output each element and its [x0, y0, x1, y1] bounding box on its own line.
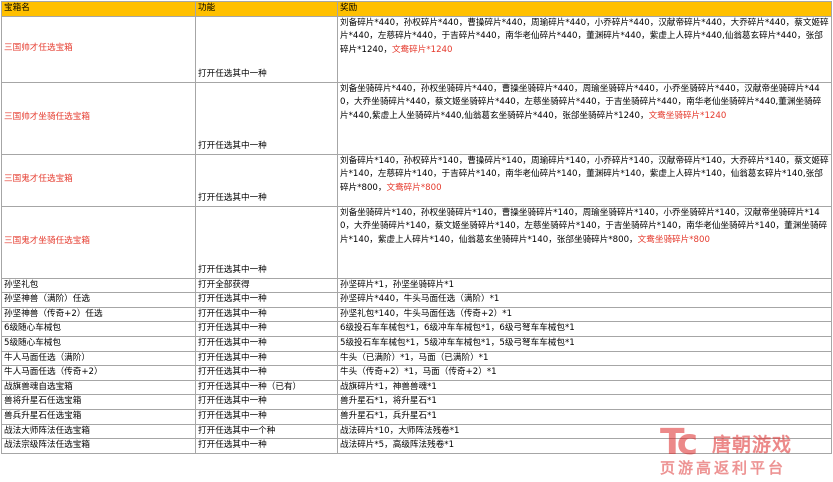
function-cell: 打开任选其中一种 [195, 321, 338, 337]
reward-cell: 刘备碎片*140，孙权碎片*140，曹操碎片*140，周瑜碎片*140，小乔碎片… [337, 153, 832, 207]
function-cell: 打开任选其中一种 [195, 15, 338, 83]
reward-highlight: 文鸯坐骑碎片*800 [637, 234, 710, 245]
table-row: 孙坚神兽（传奇+2）任选 打开任选其中一种 孙坚礼包*140，牛头马面任选（传奇+2… [1, 306, 832, 323]
table-row: 6级随心车械包 打开任选其中一种 6级投石车车械包*1，6级冲车车械包*1，6级弓弩… [1, 321, 832, 337]
function-cell: 打开任选其中一种 [195, 81, 338, 155]
box-name-cell: 三国帅才坐骑任选宝箱 [1, 81, 196, 155]
header-reward: 奖励 [337, 1, 832, 17]
reward-cell: 孙坚礼包*140，牛头马面任选（传奇+2）*1 [337, 306, 832, 323]
box-name-cell: 5级随心车械包 [1, 335, 196, 352]
function-cell: 打开任选其中一个种 [195, 423, 338, 440]
reward-cell: 牛头（传奇+2）*1，马面（传奇+2）*1 [337, 365, 832, 381]
function-cell: 打开任选其中一种 [195, 335, 338, 352]
table-row: 孙坚神兽（满阶）任选 打开任选其中一种 孙坚碎片*440，牛头马面任选（满阶）*1 [1, 292, 832, 308]
header-row: 宝箱名 功能 奖励 [1, 1, 832, 17]
reward-highlight: 文鸯碎片*800 [386, 182, 442, 193]
table-row: 三国鬼才坐骑任选宝箱 打开任选其中一种 刘备坐骑碎片*140，孙权坐骑碎片*14… [1, 205, 832, 279]
box-name-cell: 兽将升星石任选宝箱 [1, 394, 196, 410]
reward-cell: 刘备坐骑碎片*140，孙权坐骑碎片*140，曹操坐骑碎片*140，周瑜坐骑碎片*… [337, 205, 832, 279]
reward-cell: 6级投石车车械包*1，6级冲车车械包*1，6级弓弩车车械包*1 [337, 321, 832, 337]
header-function: 功能 [195, 1, 338, 17]
box-name-cell: 牛人马面任选（传奇+2） [1, 365, 196, 381]
box-name-cell: 战法宗级阵法任选宝箱 [1, 438, 196, 454]
table-row: 牛人马面任选（满阶） 打开任选其中一种 牛头（已满阶）*1，马面（已满阶）*1 [1, 350, 832, 367]
watermark-slogan: 页游高返利平台 [660, 459, 787, 477]
function-cell: 打开全部获得 [195, 277, 338, 294]
reward-cell: 孙坚碎片*440，牛头马面任选（满阶）*1 [337, 292, 832, 308]
box-name-cell: 牛人马面任选（满阶） [1, 350, 196, 367]
box-name-cell: 战旗兽魂自选宝箱 [1, 379, 196, 396]
function-cell: 打开任选其中一种 [195, 350, 338, 367]
function-cell: 打开任选其中一种 [195, 153, 338, 207]
reward-table: 宝箱名 功能 奖励 三国帅才任选宝箱 打开任选其中一种 刘备碎片*440，孙权碎… [1, 1, 832, 454]
function-cell: 打开任选其中一种 [195, 408, 338, 425]
table-row: 5级随心车械包 打开任选其中一种 5级投石车车械包*1，5级冲车车械包*1，5级弓弩… [1, 335, 832, 352]
function-cell: 打开任选其中一种 [195, 365, 338, 381]
function-cell: 打开任选其中一种（已有） [195, 379, 338, 396]
table-row: 孙坚礼包 打开全部获得 孙坚碎片*1，孙坚坐骑碎片*1 [1, 277, 832, 294]
reward-cell: 孙坚碎片*1，孙坚坐骑碎片*1 [337, 277, 832, 294]
reward-cell: 兽升星石*1，兵升星石*1 [337, 408, 832, 425]
reward-cell: 兽升星石*1，将升星石*1 [337, 394, 832, 410]
table-row: 三国帅才任选宝箱 打开任选其中一种 刘备碎片*440，孙权碎片*440，曹操碎片… [1, 15, 832, 83]
table-row: 牛人马面任选（传奇+2） 打开任选其中一种 牛头（传奇+2）*1，马面（传奇+2）*… [1, 365, 832, 381]
reward-highlight: 文鸯碎片*1240 [391, 44, 453, 55]
box-name-cell: 6级随心车械包 [1, 321, 196, 337]
reward-highlight: 文鸯坐骑碎片*1240 [648, 110, 727, 121]
reward-cell: 战旗碎片*1，神兽兽魂*1 [337, 379, 832, 396]
box-name-cell: 孙坚礼包 [1, 277, 196, 294]
function-cell: 打开任选其中一种 [195, 205, 338, 279]
box-name-cell: 兽兵升星石任选宝箱 [1, 408, 196, 425]
table-row: 兽将升星石任选宝箱 打开任选其中一种 兽升星石*1，将升星石*1 [1, 394, 832, 410]
box-name-cell: 三国鬼才坐骑任选宝箱 [1, 205, 196, 279]
header-box-name: 宝箱名 [1, 1, 196, 17]
table-row: 三国帅才坐骑任选宝箱 打开任选其中一种 刘备坐骑碎片*440，孙权坐骑碎片*44… [1, 81, 832, 155]
reward-text: 刘备坐骑碎片*440，孙权坐骑碎片*440，曹操坐骑碎片*440，周瑜坐骑碎片*… [340, 83, 822, 121]
reward-cell: 刘备坐骑碎片*440，孙权坐骑碎片*440，曹操坐骑碎片*440，周瑜坐骑碎片*… [337, 81, 832, 155]
reward-cell: 牛头（已满阶）*1，马面（已满阶）*1 [337, 350, 832, 367]
reward-text: 刘备坐骑碎片*140，孙权坐骑碎片*140，曹操坐骑碎片*140，周瑜坐骑碎片*… [340, 207, 828, 245]
box-name-cell: 孙坚神兽（传奇+2）任选 [1, 306, 196, 323]
box-name-cell: 三国帅才任选宝箱 [1, 15, 196, 83]
box-name-cell: 孙坚神兽（满阶）任选 [1, 292, 196, 308]
box-name-cell: 战法大师阵法任选宝箱 [1, 423, 196, 440]
reward-cell: 5级投石车车械包*1，5级冲车车械包*1，5级弓弩车车械包*1 [337, 335, 832, 352]
watermark: Tc 唐朝游戏 页游高返利平台 [660, 424, 825, 478]
table-row: 三国鬼才任选宝箱 打开任选其中一种 刘备碎片*140，孙权碎片*140，曹操碎片… [1, 153, 832, 207]
table-row: 兽兵升星石任选宝箱 打开任选其中一种 兽升星石*1，兵升星石*1 [1, 408, 832, 425]
function-cell: 打开任选其中一种 [195, 306, 338, 323]
table-row: 战旗兽魂自选宝箱 打开任选其中一种（已有） 战旗碎片*1，神兽兽魂*1 [1, 379, 832, 396]
function-cell: 打开任选其中一种 [195, 394, 338, 410]
box-name-cell: 三国鬼才任选宝箱 [1, 153, 196, 207]
reward-cell: 刘备碎片*440，孙权碎片*440，曹操碎片*440，周瑜碎片*440，小乔碎片… [337, 15, 832, 83]
function-cell: 打开任选其中一种 [195, 438, 338, 454]
watermark-name: 唐朝游戏 [712, 434, 793, 456]
function-cell: 打开任选其中一种 [195, 292, 338, 308]
